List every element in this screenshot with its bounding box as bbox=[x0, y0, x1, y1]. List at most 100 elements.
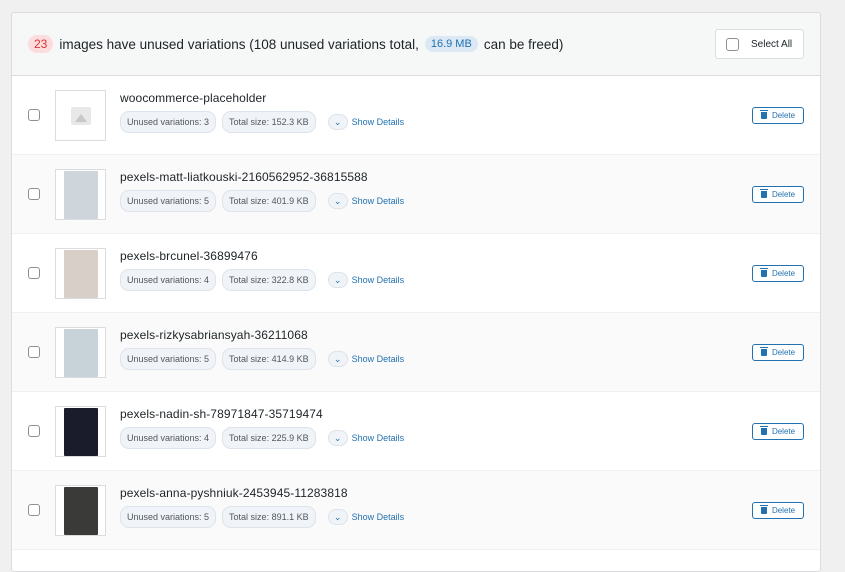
image-thumbnail bbox=[55, 169, 106, 220]
trash-icon bbox=[759, 426, 768, 435]
image-thumbnail bbox=[55, 485, 106, 536]
total-size-chip: Total size: 322.8 KB bbox=[222, 269, 316, 291]
image-info: pexels-matt-liatkouski-2160562952-368155… bbox=[120, 170, 404, 212]
total-size-chip: Total size: 891.1 KB bbox=[222, 506, 316, 528]
delete-label: Delete bbox=[771, 506, 796, 515]
trash-icon bbox=[759, 268, 768, 277]
image-info: pexels-anna-pyshniuk-2453945-11283818 Un… bbox=[120, 486, 404, 528]
image-stats: Unused variations: 5 Total size: 891.1 K… bbox=[120, 506, 404, 528]
total-size-chip: Total size: 401.9 KB bbox=[222, 190, 316, 212]
delete-button[interactable]: Delete bbox=[752, 265, 804, 282]
unused-variations-chip: Unused variations: 5 bbox=[120, 190, 217, 212]
image-row: pexels-nadin-sh-78971847-35719474 Unused… bbox=[12, 392, 820, 471]
thumbnail-image bbox=[63, 486, 98, 535]
image-stats: Unused variations: 4 Total size: 322.8 K… bbox=[120, 269, 404, 291]
image-stats: Unused variations: 5 Total size: 401.9 K… bbox=[120, 190, 404, 212]
show-details-label[interactable]: Show Details bbox=[352, 512, 405, 522]
image-list: woocommerce-placeholder Unused variation… bbox=[12, 76, 820, 550]
image-name: pexels-brcunel-36899476 bbox=[120, 249, 258, 263]
row-checkbox[interactable] bbox=[28, 109, 40, 121]
image-name: pexels-anna-pyshniuk-2453945-11283818 bbox=[120, 486, 348, 500]
image-name: pexels-nadin-sh-78971847-35719474 bbox=[120, 407, 323, 421]
chevron-down-icon[interactable]: ⌄ bbox=[327, 509, 348, 525]
image-row: woocommerce-placeholder Unused variation… bbox=[12, 76, 820, 155]
show-details-label[interactable]: Show Details bbox=[352, 196, 405, 206]
delete-label: Delete bbox=[771, 269, 796, 278]
unused-variations-chip: Unused variations: 5 bbox=[120, 506, 217, 528]
delete-label: Delete bbox=[771, 348, 796, 357]
row-checkbox[interactable] bbox=[28, 267, 40, 279]
image-count-badge: 23 bbox=[28, 35, 54, 53]
show-details-toggle[interactable]: ⌄ Show Details bbox=[327, 351, 405, 367]
unused-variations-chip: Unused variations: 4 bbox=[120, 427, 217, 449]
image-stats: Unused variations: 3 Total size: 152.3 K… bbox=[120, 111, 404, 133]
image-thumbnail bbox=[55, 406, 106, 457]
show-details-label[interactable]: Show Details bbox=[352, 354, 405, 364]
image-row: pexels-anna-pyshniuk-2453945-11283818 Un… bbox=[12, 471, 820, 550]
delete-label: Delete bbox=[771, 427, 796, 436]
image-name: woocommerce-placeholder bbox=[120, 91, 267, 105]
delete-button[interactable]: Delete bbox=[752, 344, 804, 361]
show-details-toggle[interactable]: ⌄ Show Details bbox=[327, 430, 405, 446]
show-details-toggle[interactable]: ⌄ Show Details bbox=[327, 509, 405, 525]
unused-variations-chip: Unused variations: 4 bbox=[120, 269, 217, 291]
image-info: pexels-brcunel-36899476 Unused variation… bbox=[120, 249, 404, 291]
freeable-size-badge: 16.9 MB bbox=[424, 36, 478, 52]
chevron-down-icon[interactable]: ⌄ bbox=[327, 193, 348, 209]
trash-icon bbox=[759, 347, 768, 356]
show-details-label[interactable]: Show Details bbox=[352, 433, 405, 443]
unused-variations-chip: Unused variations: 3 bbox=[120, 111, 217, 133]
show-details-toggle[interactable]: ⌄ Show Details bbox=[327, 114, 405, 130]
chevron-down-icon[interactable]: ⌄ bbox=[327, 351, 348, 367]
delete-button[interactable]: Delete bbox=[752, 186, 804, 203]
image-row: pexels-matt-liatkouski-2160562952-368155… bbox=[12, 155, 820, 234]
row-checkbox[interactable] bbox=[28, 188, 40, 200]
delete-button[interactable]: Delete bbox=[752, 502, 804, 519]
show-details-toggle[interactable]: ⌄ Show Details bbox=[327, 272, 405, 288]
select-all-label: Select All bbox=[751, 38, 793, 50]
summary-text: 23 images have unused variations (108 un… bbox=[28, 35, 563, 53]
show-details-label[interactable]: Show Details bbox=[352, 117, 405, 127]
image-info: pexels-rizkysabriansyah-36211068 Unused … bbox=[120, 328, 404, 370]
row-checkbox[interactable] bbox=[28, 425, 40, 437]
summary-text-after: can be freed) bbox=[483, 36, 564, 52]
show-details-label[interactable]: Show Details bbox=[352, 275, 405, 285]
chevron-down-icon[interactable]: ⌄ bbox=[327, 272, 348, 288]
image-thumbnail bbox=[55, 248, 106, 299]
thumbnail-image bbox=[63, 407, 98, 456]
image-name: pexels-rizkysabriansyah-36211068 bbox=[120, 328, 308, 342]
select-all-button[interactable]: Select All bbox=[715, 29, 804, 59]
image-thumbnail bbox=[55, 90, 106, 141]
thumbnail-image bbox=[63, 249, 98, 298]
delete-button[interactable]: Delete bbox=[752, 423, 804, 440]
total-size-chip: Total size: 414.9 KB bbox=[222, 348, 316, 370]
image-info: woocommerce-placeholder Unused variation… bbox=[120, 91, 404, 133]
delete-label: Delete bbox=[771, 111, 796, 120]
row-checkbox[interactable] bbox=[28, 346, 40, 358]
show-details-toggle[interactable]: ⌄ Show Details bbox=[327, 193, 405, 209]
trash-icon bbox=[759, 189, 768, 198]
image-stats: Unused variations: 4 Total size: 225.9 K… bbox=[120, 427, 404, 449]
total-size-chip: Total size: 225.9 KB bbox=[222, 427, 316, 449]
image-row: pexels-brcunel-36899476 Unused variation… bbox=[12, 234, 820, 313]
select-all-checkbox[interactable] bbox=[726, 37, 739, 51]
delete-button[interactable]: Delete bbox=[752, 107, 804, 124]
chevron-down-icon[interactable]: ⌄ bbox=[327, 114, 348, 130]
panel-header: 23 images have unused variations (108 un… bbox=[12, 13, 820, 76]
trash-icon bbox=[759, 110, 768, 119]
unused-variations-chip: Unused variations: 5 bbox=[120, 348, 217, 370]
unused-variations-panel: 23 images have unused variations (108 un… bbox=[11, 12, 821, 572]
row-checkbox[interactable] bbox=[28, 504, 40, 516]
thumbnail-image bbox=[63, 328, 98, 377]
placeholder-image-icon bbox=[70, 106, 91, 125]
total-size-chip: Total size: 152.3 KB bbox=[222, 111, 316, 133]
image-info: pexels-nadin-sh-78971847-35719474 Unused… bbox=[120, 407, 404, 449]
image-row: pexels-rizkysabriansyah-36211068 Unused … bbox=[12, 313, 820, 392]
trash-icon bbox=[759, 505, 768, 514]
image-stats: Unused variations: 5 Total size: 414.9 K… bbox=[120, 348, 404, 370]
thumbnail-image bbox=[63, 170, 98, 219]
summary-text-before: images have unused variations (108 unuse… bbox=[59, 36, 419, 52]
image-thumbnail bbox=[55, 327, 106, 378]
chevron-down-icon[interactable]: ⌄ bbox=[327, 430, 348, 446]
delete-label: Delete bbox=[771, 190, 796, 199]
